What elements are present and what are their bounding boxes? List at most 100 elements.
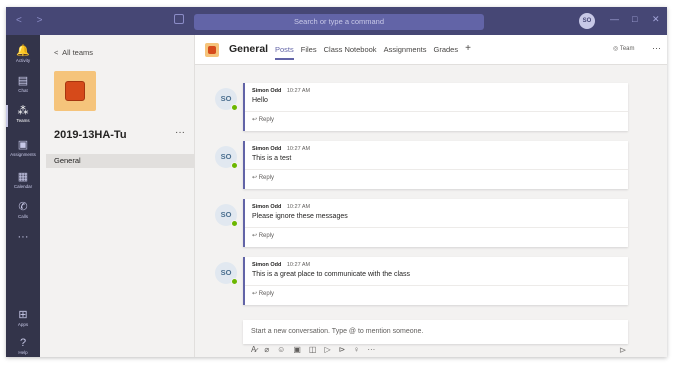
rail-label: Help [18, 350, 28, 355]
channel-header: General Posts Files Class Notebook Assig… [195, 35, 667, 65]
reply-button[interactable]: ↩ Reply [252, 116, 274, 123]
presence-available-icon [231, 104, 238, 111]
send-icon[interactable]: ⊳ [619, 345, 627, 356]
channel-title: General [229, 43, 269, 55]
rail-label: Assignments [10, 152, 36, 157]
rail-item-apps[interactable]: ⊞ Apps [6, 309, 40, 328]
help-icon: ? [19, 337, 27, 349]
calendar-icon: ▦ [17, 171, 29, 183]
post-meta: Simon Odd 10:27 AM [252, 262, 310, 268]
format-icon[interactable]: A̷ [251, 345, 256, 354]
teams-window: < > Search or type a command SO — □ ✕ 🔔 … [6, 7, 667, 357]
maximize-icon[interactable]: □ [632, 14, 637, 24]
avatar-initials: SO [220, 152, 232, 161]
post-card: Simon Odd 10:27 AM This is a great place… [243, 257, 628, 305]
team-button-label: Team [619, 46, 635, 52]
new-chat-icon[interactable] [174, 14, 184, 24]
rail-item-assignments[interactable]: ▣ Assignments [6, 139, 40, 158]
post-author[interactable]: Simon Odd [252, 146, 281, 152]
more-icon: ··· [17, 231, 29, 243]
reply-icon: ↩ [252, 291, 258, 297]
chevron-left-icon: < [54, 48, 59, 57]
post-text: Please ignore these messages [252, 213, 348, 220]
presence-available-icon [231, 220, 238, 227]
rail-label: Apps [17, 322, 29, 327]
post-time: 10:27 AM [286, 88, 311, 94]
channel-tabs: Posts Files Class Notebook Assignments G… [275, 44, 471, 60]
post-time: 10:27 AM [286, 146, 311, 152]
rail-item-calls[interactable]: ✆ Calls [6, 201, 40, 220]
profile-avatar[interactable]: SO [579, 13, 595, 29]
post-time: 10:27 AM [286, 262, 311, 268]
tab-grades[interactable]: Grades [434, 45, 459, 54]
teams-icon: ⁂ [17, 105, 29, 117]
post-author[interactable]: Simon Odd [252, 88, 281, 94]
rail-item-calendar[interactable]: ▦ Calendar [6, 171, 40, 190]
channel-item-general[interactable]: General [46, 154, 194, 168]
reply-label: Reply [258, 117, 275, 123]
post-meta: Simon Odd 10:27 AM [252, 204, 310, 210]
rail-item-help[interactable]: ? Help [6, 337, 40, 356]
more-options-icon[interactable]: ··· [367, 345, 375, 354]
post-author[interactable]: Simon Odd [252, 262, 281, 268]
meet-now-icon[interactable]: ▷ [324, 345, 330, 354]
assignments-icon: ▣ [17, 139, 29, 151]
minimize-icon[interactable]: — [610, 14, 619, 24]
attach-icon[interactable]: ⌀ [264, 345, 269, 354]
post-time: 10:27 AM [286, 204, 311, 210]
post-text: This is a test [252, 155, 292, 162]
history-arrows[interactable]: < > [16, 15, 48, 26]
tab-files[interactable]: Files [301, 45, 317, 54]
reply-label: Reply [258, 233, 275, 239]
avatar[interactable]: SO [215, 262, 238, 285]
sticker-icon[interactable]: ◫ [309, 345, 317, 354]
compose-toolbar: A̷ ⌀ ☺ ▣ ◫ ▷ ⊳ ♀ ··· [251, 345, 375, 354]
emoji-icon[interactable]: ☺ [277, 345, 285, 354]
new-conversation-input[interactable]: Start a new conversation. Type @ to ment… [243, 320, 628, 344]
app-rail: 🔔 Activity ▤ Chat ⁂ Teams ▣ Assignments … [6, 35, 40, 357]
team-pane: < All teams 2019-13HA-Tu ··· General [40, 35, 195, 357]
team-more-button[interactable]: ··· [175, 127, 185, 138]
gif-icon[interactable]: ▣ [293, 345, 301, 354]
avatar-initials: SO [220, 94, 232, 103]
rail-item-chat[interactable]: ▤ Chat [6, 75, 40, 94]
close-icon[interactable]: ✕ [652, 14, 660, 25]
post-meta: Simon Odd 10:27 AM [252, 88, 310, 94]
reply-button[interactable]: ↩ Reply [252, 174, 274, 181]
rail-label: Activity [15, 58, 31, 63]
avatar[interactable]: SO [215, 146, 238, 169]
rail-item-activity[interactable]: 🔔 Activity [6, 45, 40, 64]
search-input[interactable]: Search or type a command [194, 14, 484, 30]
reply-label: Reply [258, 291, 275, 297]
rail-label: Calendar [13, 184, 33, 189]
add-tab-button[interactable]: + [465, 44, 471, 54]
all-teams-label: All teams [62, 48, 93, 57]
reply-icon: ↩ [252, 233, 258, 239]
team-avatar [54, 71, 96, 111]
team-info-icon: ◎ [613, 46, 619, 52]
team-icon [205, 43, 219, 57]
post-meta: Simon Odd 10:27 AM [252, 146, 310, 152]
tab-assignments[interactable]: Assignments [384, 45, 427, 54]
tab-class-notebook[interactable]: Class Notebook [324, 45, 377, 54]
team-name: 2019-13HA-Tu [54, 129, 127, 141]
stream-icon[interactable]: ⊳ [339, 345, 346, 354]
avatar[interactable]: SO [215, 88, 238, 111]
rail-item-teams[interactable]: ⁂ Teams [6, 105, 40, 127]
header-more-button[interactable]: ··· [652, 43, 661, 53]
all-teams-link[interactable]: < All teams [54, 48, 93, 57]
rail-more-button[interactable]: ··· [6, 231, 40, 243]
rail-label: Chat [18, 88, 28, 93]
reply-button[interactable]: ↩ Reply [252, 232, 274, 239]
presence-available-icon [231, 162, 238, 169]
avatar[interactable]: SO [215, 204, 238, 227]
reply-icon: ↩ [252, 175, 258, 181]
rail-label: Teams [16, 118, 30, 123]
team-button[interactable]: ◎ Team [613, 45, 634, 52]
reply-button[interactable]: ↩ Reply [252, 290, 274, 297]
avatar-initials: SO [220, 268, 232, 277]
post-author[interactable]: Simon Odd [252, 204, 281, 210]
tab-posts[interactable]: Posts [275, 45, 294, 60]
phone-icon: ✆ [18, 201, 28, 213]
praise-icon[interactable]: ♀ [353, 345, 359, 354]
